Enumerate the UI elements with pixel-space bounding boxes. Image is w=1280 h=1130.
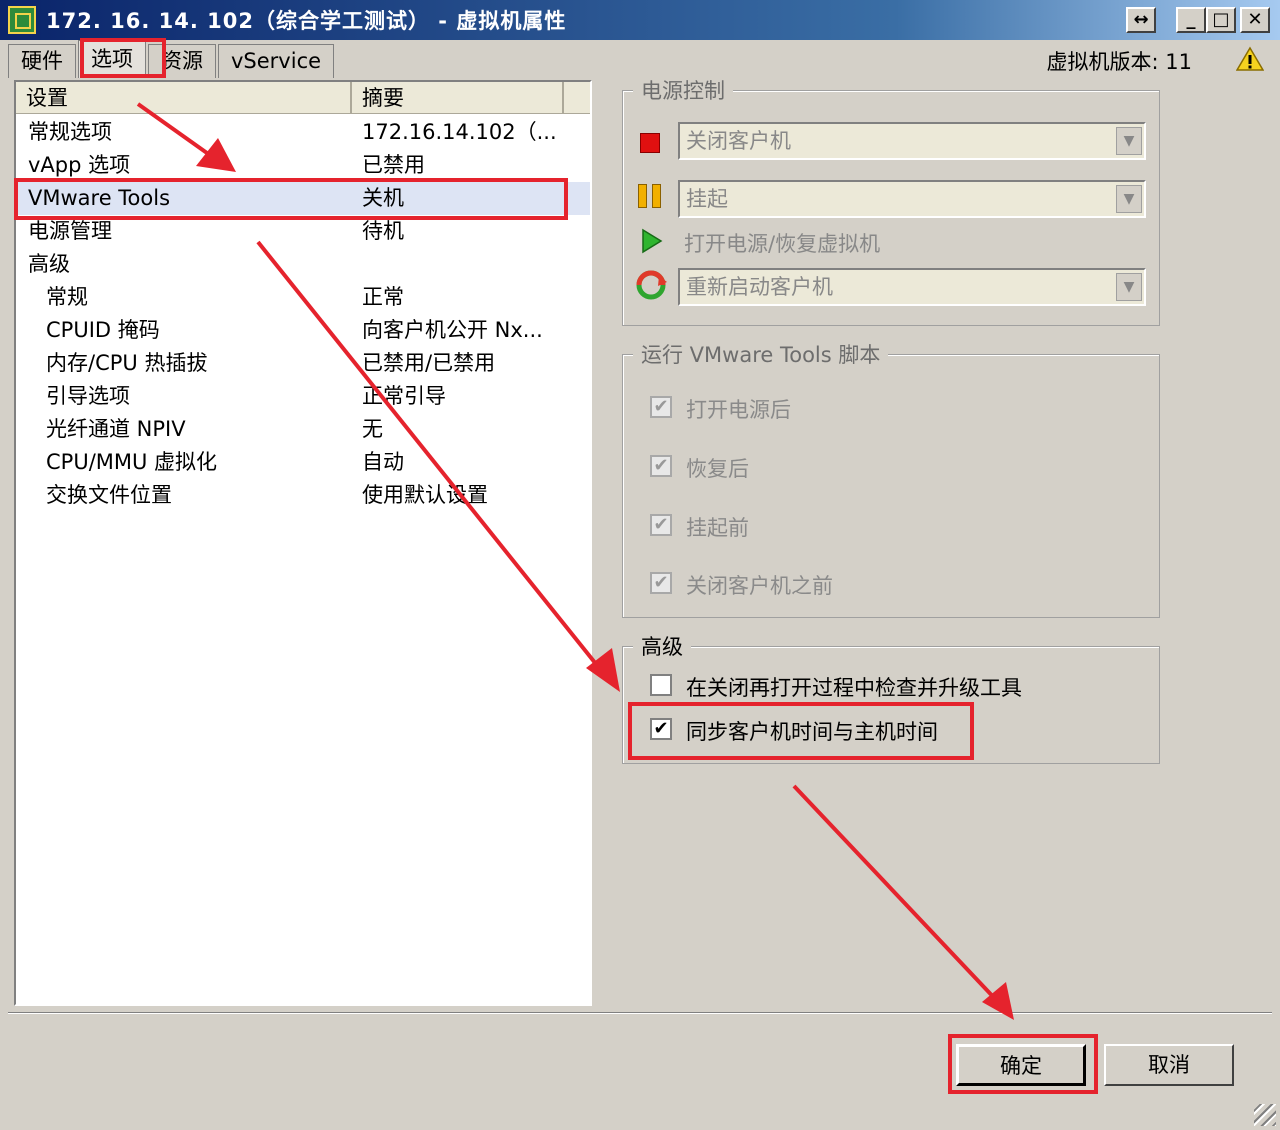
column-header-summary[interactable]: 摘要	[352, 82, 564, 114]
restart-action-value: 重新启动客户机	[686, 275, 833, 299]
advanced-title: 高级	[633, 631, 691, 661]
pause-icon	[638, 184, 664, 208]
restore-layout-button[interactable]: ↔	[1126, 7, 1156, 33]
setting-label: 常规	[46, 285, 88, 309]
after-resume-checkbox[interactable]: ✔	[650, 455, 672, 477]
before-suspend-checkbox[interactable]: ✔	[650, 514, 672, 536]
summary-label: 使用默认设置	[362, 483, 488, 507]
row-boot-options[interactable]: 引导选项 正常引导	[16, 380, 590, 413]
suspend-action-select[interactable]: 挂起 ▼	[678, 180, 1146, 218]
setting-label: 电源管理	[28, 219, 112, 243]
restart-action-select[interactable]: 重新启动客户机 ▼	[678, 268, 1146, 306]
summary-label: 向客户机公开 Nx...	[362, 318, 543, 342]
check-upgrade-tools-checkbox[interactable]	[650, 674, 672, 696]
list-header: 设置 摘要	[16, 82, 590, 114]
settings-list[interactable]: 设置 摘要 常规选项 172.16.14.102（... vApp 选项 已禁用 V…	[14, 80, 592, 1006]
row-advanced[interactable]: 高级	[16, 248, 590, 281]
warning-icon	[1236, 46, 1264, 71]
checkmark-icon: ✔	[653, 396, 669, 417]
sync-time-checkbox[interactable]: ✔	[650, 718, 672, 740]
row-cpu-mmu-virtualization[interactable]: CPU/MMU 虚拟化 自动	[16, 446, 590, 479]
column-header-setting[interactable]: 设置	[16, 82, 352, 114]
close-button[interactable]: ✕	[1240, 7, 1270, 33]
checkmark-icon: ✔	[653, 718, 669, 739]
restart-icon	[636, 270, 667, 300]
before-suspend-label: 挂起前	[686, 516, 749, 540]
setting-label: 光纤通道 NPIV	[46, 417, 186, 441]
row-general[interactable]: 常规 正常	[16, 281, 590, 314]
after-power-on-checkbox[interactable]: ✔	[650, 396, 672, 418]
power-on-label: 打开电源/恢复虚拟机	[684, 232, 881, 256]
summary-label: 172.16.14.102（...	[362, 120, 557, 144]
summary-label: 无	[362, 417, 383, 441]
tab-vservice[interactable]: vService	[218, 44, 335, 78]
row-swapfile-location[interactable]: 交换文件位置 使用默认设置	[16, 479, 590, 512]
annotation-arrow	[792, 784, 1002, 1006]
tab-strip: 硬件 选项 资源 vService	[8, 40, 336, 78]
checkmark-icon: ✔	[653, 455, 669, 476]
setting-label: 交换文件位置	[46, 483, 172, 507]
setting-label: 引导选项	[46, 384, 130, 408]
maximize-icon: □	[1212, 9, 1230, 30]
chevron-down-icon: ▼	[1116, 185, 1142, 213]
run-scripts-title: 运行 VMware Tools 脚本	[633, 339, 889, 369]
minimize-icon: _	[1186, 9, 1196, 30]
setting-label: CPU/MMU 虚拟化	[46, 450, 218, 474]
chevron-down-icon: ▼	[1116, 273, 1142, 301]
bottom-separator	[8, 1012, 1272, 1014]
suspend-action-value: 挂起	[686, 187, 728, 211]
row-power-management[interactable]: 电源管理 待机	[16, 215, 590, 248]
summary-label: 已禁用	[362, 153, 425, 177]
maximize-button[interactable]: □	[1206, 7, 1236, 33]
checkmark-icon: ✔	[653, 514, 669, 535]
double-arrow-icon: ↔	[1133, 9, 1149, 30]
resize-grip[interactable]	[1254, 1104, 1276, 1126]
summary-label: 已禁用/已禁用	[362, 351, 496, 375]
setting-label: CPUID 掩码	[46, 318, 160, 342]
row-vmware-tools[interactable]: VMware Tools 关机	[16, 182, 590, 215]
cancel-button[interactable]: 取消	[1104, 1044, 1234, 1086]
advanced-group: 高级	[622, 631, 1160, 764]
chevron-down-icon: ▼	[1116, 127, 1142, 155]
row-vapp-options[interactable]: vApp 选项 已禁用	[16, 149, 590, 182]
tab-options[interactable]: 选项	[78, 40, 146, 78]
setting-label: 高级	[28, 252, 70, 276]
row-cpuid-mask[interactable]: CPUID 掩码 向客户机公开 Nx...	[16, 314, 590, 347]
window-title: 172. 16. 14. 102（综合学工测试） - 虚拟机属性	[46, 9, 567, 33]
play-icon	[642, 228, 663, 254]
summary-label: 待机	[362, 219, 404, 243]
row-fibre-channel-npiv[interactable]: 光纤通道 NPIV 无	[16, 413, 590, 446]
summary-label: 正常	[362, 285, 404, 309]
arrowhead-icon	[982, 982, 1014, 1020]
row-general-options[interactable]: 常规选项 172.16.14.102（...	[16, 116, 590, 149]
after-resume-label: 恢复后	[686, 457, 749, 481]
summary-label: 正常引导	[362, 384, 446, 408]
power-control-title: 电源控制	[633, 75, 733, 105]
before-shutdown-label: 关闭客户机之前	[686, 574, 833, 598]
summary-label: 自动	[362, 450, 404, 474]
stop-action-value: 关闭客户机	[686, 129, 791, 153]
row-hotplug[interactable]: 内存/CPU 热插拔 已禁用/已禁用	[16, 347, 590, 380]
setting-label: vApp 选项	[28, 153, 131, 177]
settings-rows: 常规选项 172.16.14.102（... vApp 选项 已禁用 VMware …	[16, 116, 590, 512]
stop-action-select[interactable]: 关闭客户机 ▼	[678, 122, 1146, 160]
title-bar[interactable]: 172. 16. 14. 102（综合学工测试） - 虚拟机属性 ↔ _ □ ✕	[0, 0, 1280, 40]
tab-hardware[interactable]: 硬件	[8, 44, 76, 78]
after-power-on-label: 打开电源后	[686, 398, 791, 422]
setting-label: 内存/CPU 热插拔	[46, 351, 208, 375]
vsphere-app-icon	[8, 6, 36, 34]
tab-resources[interactable]: 资源	[148, 44, 216, 78]
minimize-button[interactable]: _	[1176, 7, 1206, 33]
vm-version-label: 虚拟机版本: 11	[1046, 50, 1192, 74]
sync-time-label: 同步客户机时间与主机时间	[686, 720, 938, 744]
setting-label: VMware Tools	[28, 186, 171, 210]
check-upgrade-tools-label: 在关闭再打开过程中检查并升级工具	[686, 676, 1022, 700]
before-shutdown-checkbox[interactable]: ✔	[650, 572, 672, 594]
summary-label: 关机	[362, 186, 404, 210]
ok-button[interactable]: 确定	[956, 1044, 1086, 1086]
setting-label: 常规选项	[28, 120, 112, 144]
stop-icon	[640, 133, 660, 153]
checkmark-icon: ✔	[653, 572, 669, 593]
close-icon: ✕	[1247, 9, 1263, 30]
